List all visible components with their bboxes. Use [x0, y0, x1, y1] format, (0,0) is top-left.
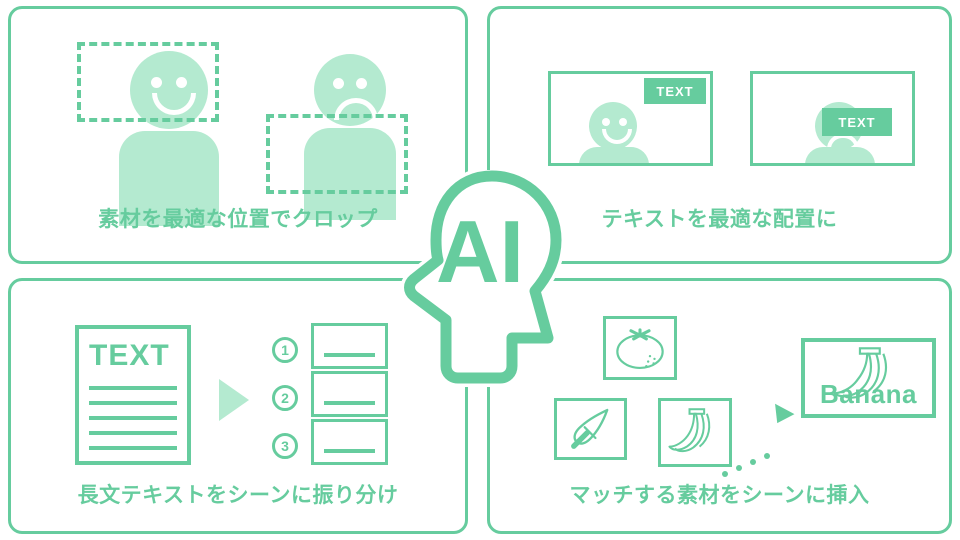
banana-icon: [668, 408, 711, 453]
tomato-icon: [616, 328, 664, 370]
text-badge-center[interactable]: TEXT: [822, 108, 892, 136]
text-badge-top-right[interactable]: TEXT: [644, 78, 706, 104]
connector-dot: [764, 453, 770, 459]
scene-box-line: [323, 401, 376, 405]
svg-text:AI: AI: [436, 202, 524, 301]
infographic-canvas: 素材を最適な位置でクロップ TEXT TEXT テキストを最適な配置に TEXT: [0, 0, 960, 540]
banana-result-label: Banana: [820, 379, 917, 409]
document-line: [89, 431, 177, 435]
scene-sad-body: [805, 147, 875, 163]
connector-dot: [722, 471, 728, 477]
connector-dot: [750, 459, 756, 465]
document-line: [89, 401, 177, 405]
document-icon: TEXT: [75, 325, 191, 465]
scene-box-line: [323, 449, 376, 453]
crop-box-happy: [77, 42, 219, 122]
scene-box-1: [311, 323, 388, 369]
connector-dot: [736, 465, 742, 471]
person-sad-eye-right: [356, 78, 367, 89]
tomato-thumbnail: [603, 316, 677, 380]
banana-result-box: Banana: [801, 338, 936, 418]
arrow-right-icon: [219, 379, 249, 421]
scene-happy-eye-right: [619, 118, 627, 126]
scene-box-line: [323, 353, 376, 357]
ai-head-logo: AI: [396, 167, 568, 395]
scene-number-3: 3: [272, 433, 298, 459]
scene-number-1: 1: [272, 337, 298, 363]
document-line: [89, 461, 143, 465]
document-line: [89, 446, 177, 450]
scene-box-2: [311, 371, 388, 417]
panel-text-to-scenes-caption: 長文テキストをシーンに振り分け: [77, 484, 399, 507]
document-line: [89, 416, 177, 420]
person-sad-eye-left: [333, 78, 344, 89]
banana-thumbnail: [658, 398, 732, 467]
scene-thumbnail-happy: TEXT: [548, 71, 713, 166]
scene-happy-body: [579, 147, 649, 163]
trowel-thumbnail: [554, 398, 627, 460]
scene-box-3: [311, 419, 388, 465]
document-line: [89, 386, 177, 390]
connector-arrowhead-icon: [767, 403, 795, 429]
scene-number-2: 2: [272, 385, 298, 411]
document-title: TEXT: [89, 339, 170, 372]
crop-box-sad: [266, 114, 408, 194]
trowel-icon: [571, 408, 609, 449]
scene-happy-eye-left: [602, 118, 610, 126]
panel-asset-matching-caption: マッチする素材をシーンに挿入: [569, 484, 870, 507]
scene-thumbnail-sad: TEXT: [750, 71, 915, 166]
